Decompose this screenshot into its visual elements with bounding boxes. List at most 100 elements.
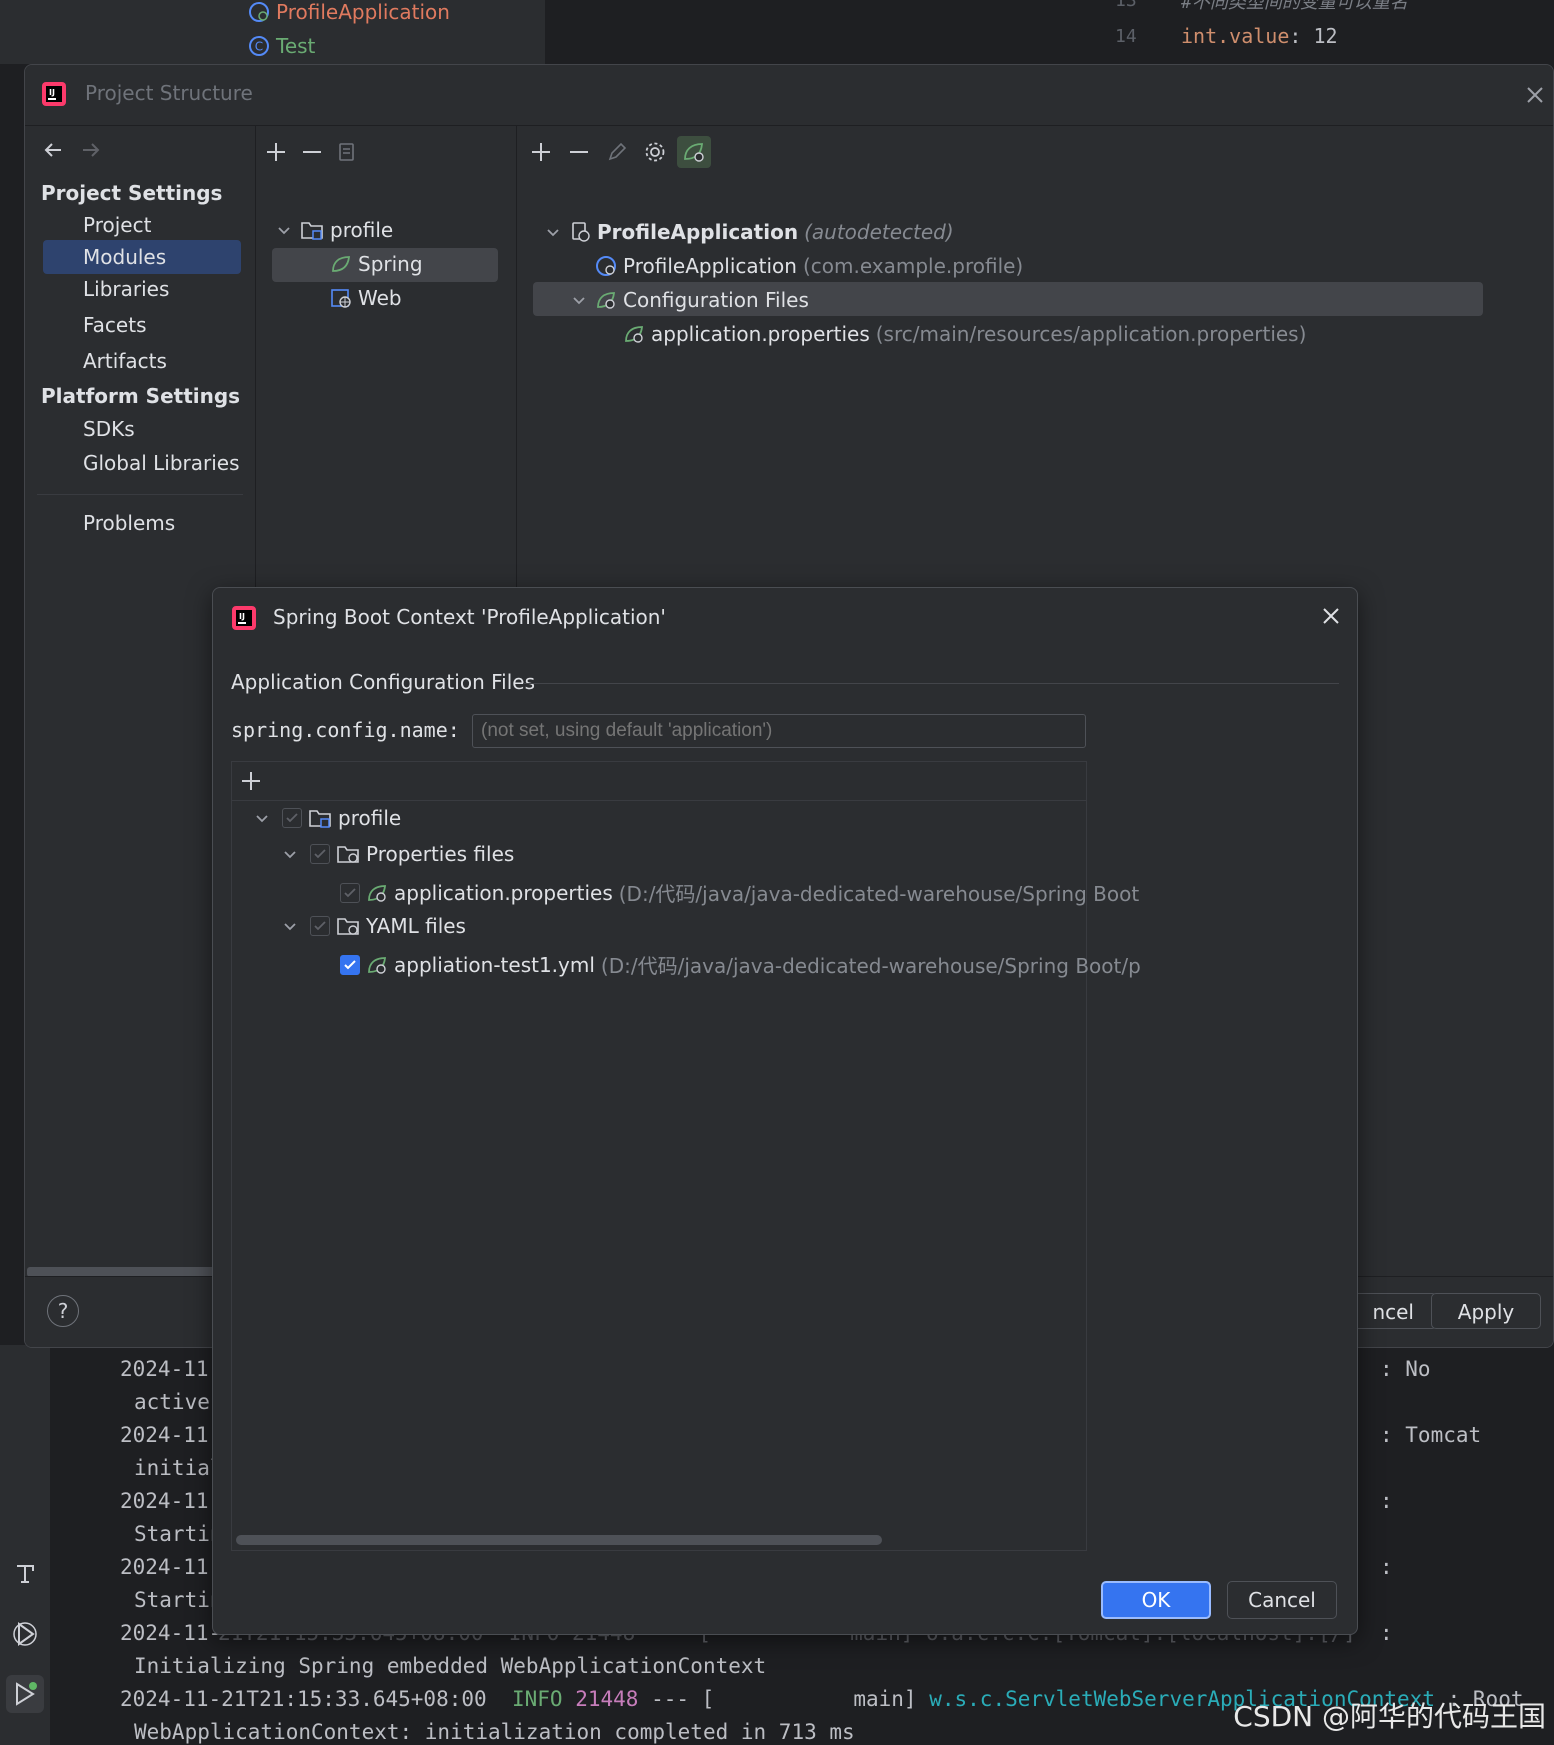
nav-item-global-libraries[interactable]: Global Libraries [43,446,241,480]
tree-item-label: ProfileApplication [276,0,450,24]
spring-context-node[interactable]: ProfileApplication (autodetected) [543,220,954,244]
add-icon[interactable] [240,770,262,792]
help-button[interactable]: ? [47,1295,79,1327]
copy-icon[interactable] [332,138,360,166]
chevron-down-icon[interactable] [280,844,300,864]
checkbox[interactable] [282,808,302,828]
config-files-tree-panel: profile Properties files application.pro… [231,761,1141,1551]
editor-background: 13 14 #不同类型间的变量可以重名 int.value: 12 [545,0,1535,64]
nav-item-project[interactable]: Project [43,208,241,242]
spring-folder-icon [337,846,359,863]
tree-item-profileapplication[interactable]: ProfileApplication [248,0,450,24]
config-name-label: spring.config.name: [231,718,460,742]
code-sep: : [1289,24,1302,48]
module-node-profile[interactable]: profile [274,218,393,242]
section-title: Application Configuration Files [231,670,535,694]
console-line: : Tomcat [1380,1423,1482,1447]
tree-node-yaml-files[interactable]: YAML files [280,914,466,938]
nav-item-facets[interactable]: Facets [43,308,241,342]
checkbox-checked[interactable] [340,954,360,975]
spring-config-icon [368,884,387,902]
spring-boot-context-icon [572,222,590,242]
spring-context-icon[interactable] [677,136,711,168]
nav-item-modules[interactable]: Modules [43,240,241,274]
close-icon[interactable] [1319,604,1343,628]
run-icon[interactable] [6,1675,44,1713]
chevron-down-icon[interactable] [569,290,589,310]
tree-node-yaml-file[interactable]: appliation-test1.yml (D:/代码/java/java-de… [340,950,1141,979]
class-icon: C [249,36,269,56]
chevron-down-icon[interactable] [543,222,563,242]
context-name: ProfileApplication [597,220,799,244]
checkbox[interactable] [310,916,330,936]
chevron-down-icon[interactable] [280,916,300,936]
file-path: (D:/代码/java/java-dedicated-warehouse/Spr… [618,882,1140,906]
checkbox[interactable] [340,882,360,903]
checkbox[interactable] [310,844,330,864]
services-icon[interactable] [6,1615,44,1653]
module-folder-icon [301,222,323,240]
edit-icon[interactable] [603,138,631,166]
context-suffix: (autodetected) [804,220,954,244]
svg-text:IJ: IJ [49,88,55,97]
spring-config-icon [368,956,387,974]
console-line: : [1380,1621,1393,1645]
window-title: Project Structure [85,81,253,105]
chevron-down-icon[interactable] [274,220,294,240]
tree-node-profile[interactable]: profile [252,806,401,830]
svg-text:IJ: IJ [239,612,245,621]
console-line: initial [134,1456,223,1480]
cancel-button[interactable]: Cancel [1227,1581,1337,1619]
module-facet-web[interactable]: Web [330,286,402,310]
nav-item-sdks[interactable]: SDKs [43,412,241,446]
spring-class-node[interactable]: ProfileApplication (com.example.profile) [595,254,1023,278]
console-line: Initializing Spring embedded WebApplicat… [134,1654,767,1678]
config-file-node[interactable]: application.properties (src/main/resourc… [623,322,1306,346]
spring-leaf-icon [332,256,351,272]
remove-icon[interactable] [565,138,593,166]
module-facet-spring[interactable]: Spring [330,252,423,276]
file-name: application.properties [394,880,613,905]
gear-icon[interactable] [641,138,669,166]
console-line: active [134,1390,210,1414]
line-number: 14 [1115,26,1137,47]
nav-item-libraries[interactable]: Libraries [43,272,241,306]
project-tree-background: ProfileApplication C Test [0,0,545,64]
tree-item-test[interactable]: C Test [248,34,315,58]
tree-node-properties-file[interactable]: application.properties (D:/代码/java/java-… [340,878,1139,907]
horizontal-scrollbar[interactable] [236,1535,882,1545]
window-titlebar: IJ Project Structure [25,65,1553,126]
configuration-files-node[interactable]: Configuration Files [569,288,809,312]
config-name-input[interactable] [472,714,1086,748]
nav-item-problems[interactable]: Problems [43,506,241,540]
project-settings-heading: Project Settings [41,181,223,205]
platform-settings-heading: Platform Settings [41,384,241,408]
facet-label: Spring [358,252,423,276]
chevron-down-icon[interactable] [252,808,272,828]
ok-button[interactable]: OK [1101,1581,1211,1619]
apply-button[interactable]: Apply [1431,1293,1541,1329]
facet-label: Web [358,286,402,310]
console-line: 2024-11- [120,1555,222,1579]
console-line: : No [1380,1357,1431,1381]
console-line: 2024-11- [120,1489,222,1513]
class-package: (com.example.profile) [802,254,1024,278]
nav-item-artifacts[interactable]: Artifacts [43,344,241,378]
add-icon[interactable] [262,138,290,166]
intellij-logo-icon: IJ [232,606,256,630]
add-icon[interactable] [527,138,555,166]
class-name: ProfileApplication [623,254,797,278]
code-key: int.value [1181,24,1290,48]
forward-arrow-icon[interactable] [79,138,103,162]
code-line: int.value: 12 [1181,24,1338,48]
close-icon[interactable] [1523,83,1547,107]
remove-icon[interactable] [298,138,326,166]
format-icon[interactable] [6,1555,44,1593]
tree-node-properties-files[interactable]: Properties files [280,842,514,866]
back-arrow-icon[interactable] [41,138,65,162]
dialog-title: Spring Boot Context 'ProfileApplication' [273,605,666,629]
file-name: appliation-test1.yml [394,952,595,977]
config-files-label: Configuration Files [623,288,809,312]
log-level: INFO [511,1687,563,1711]
code-comment: #不同类型间的变量可以重名 [1181,0,1408,13]
